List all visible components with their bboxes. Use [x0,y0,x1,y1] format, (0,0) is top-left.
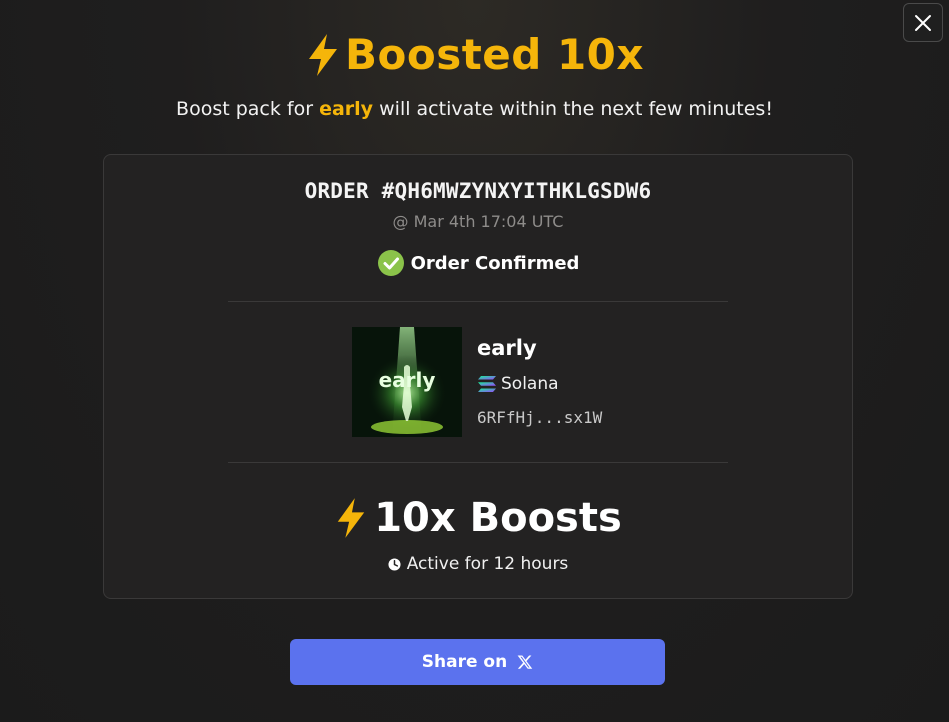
subtitle: Boost pack for early will activate withi… [0,98,949,120]
solana-icon [478,376,496,392]
order-status: Order Confirmed [104,249,852,277]
x-logo-icon [517,655,533,669]
token-image: early [352,327,462,437]
boost-duration: Active for 12 hours [104,554,852,574]
token-name: early [477,336,537,360]
subtitle-suffix: will activate within the next few minute… [379,98,773,120]
boost-count: 10x Boosts [104,495,852,541]
boost-count-text: 10x Boosts [374,495,622,541]
dialog-title: Boosted 10x [0,30,949,79]
order-id: ORDER #QH6MWZYNXYITHKLGSDW6 [304,179,652,203]
clock-icon [388,557,401,571]
order-date: @ Mar 4th 17:04 UTC [392,212,564,231]
subtitle-token: early [319,98,374,120]
chain-info: Solana [477,374,559,394]
subtitle-prefix: Boost pack for [176,98,314,120]
boost-duration-text: Active for 12 hours [406,554,569,574]
check-circle-icon [377,250,404,276]
title-text: Boosted 10x [344,30,644,79]
divider [228,462,728,463]
order-card: ORDER #QH6MWZYNXYITHKLGSDW6 @ Mar 4th 17… [103,154,853,599]
token-address[interactable]: 6RFfHj...sx1W [477,408,602,427]
share-button-label: Share on [421,652,508,672]
lightning-icon [308,33,337,76]
token-image-text: early [379,368,436,392]
close-icon [915,14,931,31]
lightning-icon [337,498,365,538]
divider [228,301,728,302]
chain-name: Solana [501,374,559,394]
order-status-text: Order Confirmed [410,252,580,274]
share-on-x-button[interactable]: Share on [290,639,665,685]
